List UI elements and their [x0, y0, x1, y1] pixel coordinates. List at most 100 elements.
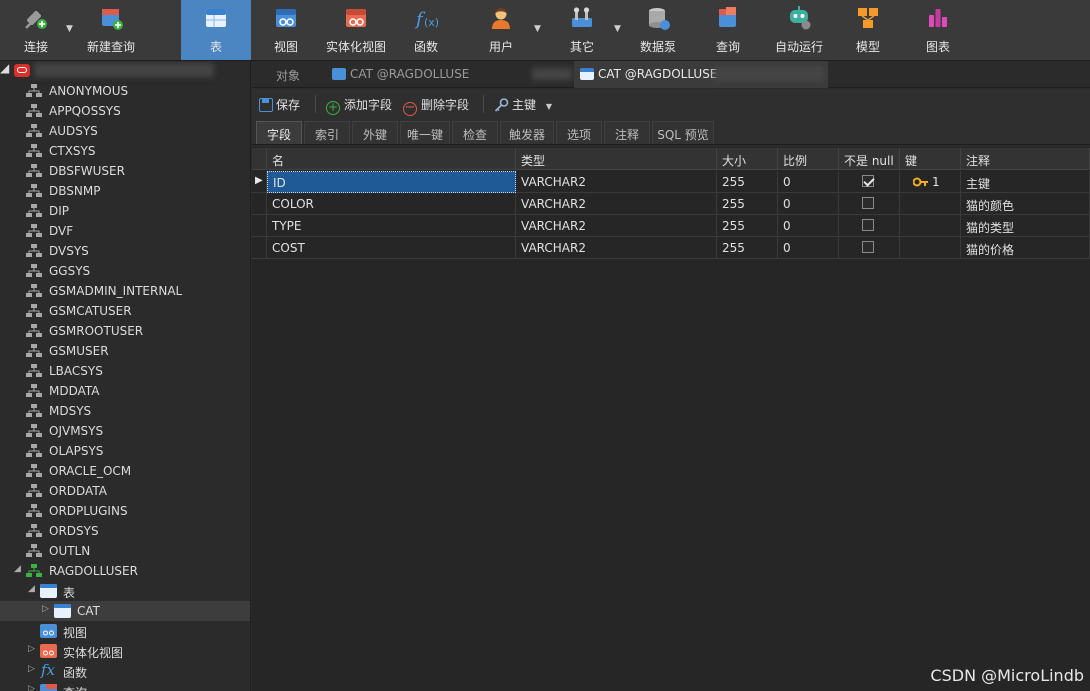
row-header[interactable] — [252, 215, 267, 237]
schema-node[interactable]: AUDSYS — [0, 121, 250, 141]
schema-node[interactable]: OLAPSYS — [0, 441, 250, 461]
cell-name[interactable]: TYPE — [267, 215, 516, 237]
cell-type[interactable]: VARCHAR2 — [516, 237, 717, 259]
row-header[interactable]: ▶ — [252, 171, 267, 193]
cell-type[interactable]: VARCHAR2 — [516, 215, 717, 237]
schema-node[interactable]: ANONYMOUS — [0, 81, 250, 101]
chevron-right-icon[interactable]: ▷ — [28, 684, 35, 691]
schema-node[interactable]: MDDATA — [0, 381, 250, 401]
schema-node[interactable]: OUTLN — [0, 541, 250, 561]
cell-comment[interactable]: 猫的类型 — [961, 215, 1090, 237]
views-node[interactable]: 视图 — [0, 621, 250, 641]
tab-options[interactable]: 选项 — [556, 121, 602, 144]
schema-node[interactable]: DVF — [0, 221, 250, 241]
table-row[interactable]: TYPE VARCHAR2 255 0 猫的类型 — [252, 215, 1090, 237]
tab-sql-preview[interactable]: SQL 预览 — [652, 121, 714, 144]
tab-cat-2[interactable]: CAT @RAGDOLLUSE — [574, 61, 828, 88]
materialized-views-node[interactable]: ▷ 实体化视图 — [0, 641, 250, 661]
chevron-down-icon[interactable]: ▼ — [546, 102, 552, 111]
schema-node[interactable]: APPQOSSYS — [0, 101, 250, 121]
tab-indexes[interactable]: 索引 — [304, 121, 350, 144]
col-name-header[interactable]: 名 — [267, 148, 516, 170]
cell-scale[interactable]: 0 — [778, 193, 839, 215]
cell-name[interactable]: COLOR — [267, 193, 516, 215]
query-button[interactable]: 查询 — [702, 0, 754, 60]
cell-scale[interactable]: 0 — [778, 171, 839, 193]
chevron-down-icon[interactable]: ▼ — [66, 24, 73, 34]
tab-fields[interactable]: 字段 — [256, 121, 302, 144]
schema-node[interactable]: GGSYS — [0, 261, 250, 281]
schema-node[interactable]: ORDDATA — [0, 481, 250, 501]
not-null-checkbox[interactable] — [862, 241, 874, 253]
not-null-checkbox[interactable] — [862, 197, 874, 209]
schema-node[interactable]: DVSYS — [0, 241, 250, 261]
tables-node[interactable]: ◢ 表 — [0, 581, 250, 601]
table-row[interactable]: COST VARCHAR2 255 0 猫的价格 — [252, 237, 1090, 259]
cell-comment[interactable]: 猫的价格 — [961, 237, 1090, 259]
cell-scale[interactable]: 0 — [778, 215, 839, 237]
save-button[interactable]: 保存 — [259, 96, 300, 113]
schema-node[interactable]: OJVMSYS — [0, 421, 250, 441]
schema-node[interactable]: GSMUSER — [0, 341, 250, 361]
cell-scale[interactable]: 0 — [778, 237, 839, 259]
chevron-down-icon[interactable]: ▼ — [534, 24, 541, 34]
chevron-down-icon[interactable]: ▼ — [614, 24, 621, 34]
cell-size[interactable]: 255 — [717, 171, 778, 193]
schema-node[interactable]: GSMCATUSER — [0, 301, 250, 321]
cell-name[interactable]: ID — [267, 171, 516, 193]
user-button[interactable]: 用户 ▼ — [474, 0, 541, 60]
chart-button[interactable]: 图表 — [912, 0, 964, 60]
chevron-right-icon[interactable]: ▷ — [28, 664, 35, 674]
primary-key-button[interactable]: 主键 ▼ — [494, 96, 552, 113]
table-button[interactable]: 表 — [181, 0, 251, 60]
delete-field-button[interactable]: − 删除字段 — [403, 96, 469, 116]
schema-node[interactable]: ORDPLUGINS — [0, 501, 250, 521]
function-button[interactable]: f (x) 函数 — [400, 0, 452, 60]
tab-comment[interactable]: 注释 — [604, 121, 650, 144]
functions-node[interactable]: ▷ fx 函数 — [0, 661, 250, 681]
cell-comment[interactable]: 主键 — [961, 171, 1090, 193]
col-key-header[interactable]: 键 — [900, 148, 961, 170]
tab-objects[interactable]: 对象 — [252, 61, 324, 88]
connection-node[interactable]: ◢ — [0, 61, 250, 81]
schema-node[interactable]: LBACSYS — [0, 361, 250, 381]
new-query-button[interactable]: 新建查询 — [80, 0, 142, 60]
chevron-right-icon[interactable]: ▷ — [28, 644, 35, 654]
schema-node[interactable]: DBSFWUSER — [0, 161, 250, 181]
table-row[interactable]: ▶ ID VARCHAR2 255 0 1 主键 — [252, 171, 1090, 193]
datapump-button[interactable]: 数据泵 — [632, 0, 684, 60]
chevron-down-icon[interactable]: ◢ — [28, 584, 35, 594]
materialized-view-button[interactable]: 实体化视图 — [322, 0, 390, 60]
not-null-checkbox[interactable] — [862, 219, 874, 231]
cell-type[interactable]: VARCHAR2 — [516, 193, 717, 215]
schema-node[interactable]: CTXSYS — [0, 141, 250, 161]
model-button[interactable]: 模型 — [842, 0, 894, 60]
table-row[interactable]: COLOR VARCHAR2 255 0 猫的颜色 — [252, 193, 1090, 215]
tab-checks[interactable]: 检查 — [452, 121, 498, 144]
cell-size[interactable]: 255 — [717, 193, 778, 215]
col-not-null-header[interactable]: 不是 null — [839, 148, 900, 170]
chevron-down-icon[interactable]: ◢ — [14, 564, 21, 574]
col-size-header[interactable]: 大小 — [717, 148, 778, 170]
schema-node[interactable]: DBSNMP — [0, 181, 250, 201]
queries-node[interactable]: ▷ 查询 — [0, 681, 250, 691]
schema-node[interactable]: ORDSYS — [0, 521, 250, 541]
cell-key[interactable]: 1 — [900, 171, 961, 193]
cell-type[interactable]: VARCHAR2 — [516, 171, 717, 193]
chevron-right-icon[interactable]: ▷ — [42, 604, 49, 614]
schema-node[interactable]: DIP — [0, 201, 250, 221]
schema-node[interactable]: GSMADMIN_INTERNAL — [0, 281, 250, 301]
tab-triggers[interactable]: 触发器 — [500, 121, 554, 144]
add-field-button[interactable]: + 添加字段 — [326, 96, 392, 115]
tab-cat-1[interactable]: CAT @RAGDOLLUSE — [326, 61, 572, 88]
cell-name[interactable]: COST — [267, 237, 516, 259]
not-null-checkbox[interactable] — [862, 175, 874, 187]
row-header[interactable] — [252, 193, 267, 215]
cell-key[interactable] — [900, 215, 961, 237]
connect-button[interactable]: 连接 ▼ — [0, 0, 73, 60]
schema-node[interactable]: GSMROOTUSER — [0, 321, 250, 341]
schema-node-ragdolluser[interactable]: ◢ RAGDOLLUSER — [0, 561, 250, 581]
cell-key[interactable] — [900, 193, 961, 215]
chevron-down-icon[interactable]: ◢ — [0, 61, 9, 75]
tab-unique-keys[interactable]: 唯一键 — [400, 121, 450, 144]
